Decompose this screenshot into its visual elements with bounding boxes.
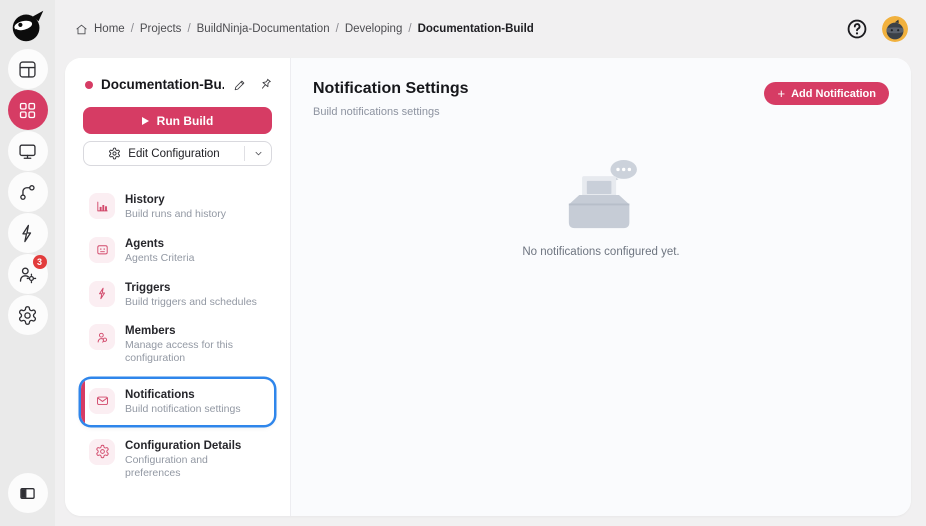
topbar: Home / Projects / BuildNinja-Documentati… bbox=[55, 0, 926, 58]
empty-state: No notifications configured yet. bbox=[291, 154, 911, 258]
lightning-icon bbox=[22, 224, 32, 242]
breadcrumb-buildninja-documentation[interactable]: BuildNinja-Documentation bbox=[197, 23, 330, 35]
edit-configuration-label: Edit Configuration bbox=[128, 147, 220, 160]
add-notification-button[interactable]: + Add Notification bbox=[764, 82, 889, 105]
configuration-menu: History Build runs and history Agents Ag… bbox=[65, 188, 290, 498]
menu-item-desc: Build triggers and schedules bbox=[125, 295, 257, 308]
pin-icon bbox=[261, 78, 271, 89]
members-user-icon bbox=[89, 324, 115, 351]
play-icon bbox=[141, 116, 149, 125]
menu-item-label: Agents bbox=[125, 237, 164, 250]
ninja-avatar bbox=[882, 16, 908, 42]
sidebar-item-configuration-details[interactable]: Configuration Details Configuration and … bbox=[81, 434, 274, 485]
rail-item-lightning[interactable] bbox=[7, 213, 48, 253]
projects-grid-icon bbox=[19, 102, 36, 118]
build-configuration-card: Documentation-Bu... Run Build Edit Confi… bbox=[65, 58, 911, 516]
breadcrumb-current-page: Documentation-Build bbox=[417, 23, 534, 35]
history-chart-icon bbox=[89, 193, 115, 219]
rail-item-settings[interactable] bbox=[7, 295, 48, 335]
page-subtitle: Build notifications settings bbox=[313, 106, 440, 118]
breadcrumb-developing[interactable]: Developing bbox=[345, 23, 403, 35]
status-dot bbox=[85, 80, 93, 89]
menu-item-label: History bbox=[125, 194, 165, 206]
sidebar-item-triggers[interactable]: Triggers Build triggers and schedules bbox=[81, 276, 274, 314]
sidebar-item-members[interactable]: Members Manage access for this configura… bbox=[81, 319, 274, 370]
breadcrumb-separator: / bbox=[408, 23, 412, 35]
chevron-down-icon bbox=[255, 151, 261, 156]
edit-configuration-button[interactable]: Edit Configuration bbox=[83, 141, 272, 166]
edit-title-button[interactable] bbox=[232, 76, 249, 93]
rail-item-projects[interactable] bbox=[7, 90, 48, 130]
menu-item-label: Members bbox=[125, 325, 176, 338]
help-button[interactable] bbox=[846, 18, 868, 40]
rail-item-dashboard[interactable] bbox=[7, 49, 48, 89]
menu-item-label: Notifications bbox=[125, 388, 195, 401]
content-shell: Home / Projects / BuildNinja-Documentati… bbox=[55, 0, 926, 526]
user-avatar[interactable] bbox=[882, 16, 908, 42]
sidebar-item-history[interactable]: History Build runs and history bbox=[81, 188, 274, 226]
notification-count-badge: 3 bbox=[32, 255, 47, 269]
envelope-icon bbox=[89, 387, 115, 414]
menu-item-label: Configuration Details bbox=[125, 439, 242, 452]
breadcrumb-separator: / bbox=[187, 23, 191, 35]
panel-header: Documentation-Bu... bbox=[65, 76, 290, 93]
empty-inbox-icon bbox=[568, 160, 637, 229]
page-title: Notification Settings bbox=[313, 80, 469, 97]
monitor-icon bbox=[19, 144, 36, 159]
edit-configuration-dropdown[interactable] bbox=[245, 142, 271, 165]
rail-item-git-branch[interactable] bbox=[7, 172, 48, 212]
settings-gear-icon bbox=[18, 305, 37, 325]
breadcrumb-projects[interactable]: Projects bbox=[140, 23, 182, 35]
git-branch-icon bbox=[20, 184, 35, 200]
menu-item-label: Triggers bbox=[125, 281, 171, 294]
dashboard-layout-icon bbox=[19, 60, 36, 78]
gear-icon bbox=[109, 147, 121, 160]
pencil-icon bbox=[234, 80, 245, 91]
notification-settings-panel: Notification Settings Build notification… bbox=[291, 58, 911, 516]
run-build-button[interactable]: Run Build bbox=[83, 107, 272, 134]
empty-state-message: No notifications configured yet. bbox=[522, 246, 680, 258]
menu-item-desc: Manage access for this configuration bbox=[125, 339, 233, 365]
rail-item-user-settings[interactable]: 3 bbox=[7, 254, 48, 294]
menu-item-desc: Agents Criteria bbox=[125, 251, 195, 264]
configuration-panel: Documentation-Bu... Run Build Edit Confi… bbox=[65, 58, 291, 516]
rail-collapse-button[interactable] bbox=[7, 473, 48, 513]
plus-icon: + bbox=[777, 86, 786, 101]
breadcrumb-home[interactable]: Home bbox=[94, 23, 125, 35]
app-rail: 3 bbox=[0, 0, 55, 526]
menu-item-desc: Build notification settings bbox=[125, 402, 241, 415]
help-icon bbox=[847, 19, 867, 39]
collapse-panel-icon bbox=[20, 487, 35, 499]
menu-item-desc: Build runs and history bbox=[125, 208, 226, 220]
ninja-logo bbox=[12, 10, 43, 42]
breadcrumb: Home / Projects / BuildNinja-Documentati… bbox=[75, 23, 832, 36]
menu-item-desc: Configuration and preferences bbox=[125, 453, 208, 479]
agent-bot-icon bbox=[89, 236, 115, 263]
rail-item-monitor[interactable] bbox=[7, 131, 48, 171]
add-notification-label: Add Notification bbox=[791, 87, 876, 100]
main-header: Notification Settings Build notification… bbox=[291, 58, 911, 118]
sidebar-item-agents[interactable]: Agents Agents Criteria bbox=[81, 232, 274, 270]
configuration-title: Documentation-Bu... bbox=[101, 77, 224, 92]
trigger-bolt-icon bbox=[89, 280, 115, 307]
config-gear-icon bbox=[89, 438, 115, 465]
home-icon bbox=[75, 23, 88, 36]
breadcrumb-separator: / bbox=[130, 23, 134, 35]
breadcrumb-separator: / bbox=[335, 23, 339, 35]
run-build-label: Run Build bbox=[156, 113, 214, 128]
pin-button[interactable] bbox=[257, 76, 274, 93]
sidebar-item-notifications[interactable]: Notifications Build notification setting… bbox=[81, 378, 274, 425]
edit-configuration-main[interactable]: Edit Configuration bbox=[84, 142, 244, 165]
